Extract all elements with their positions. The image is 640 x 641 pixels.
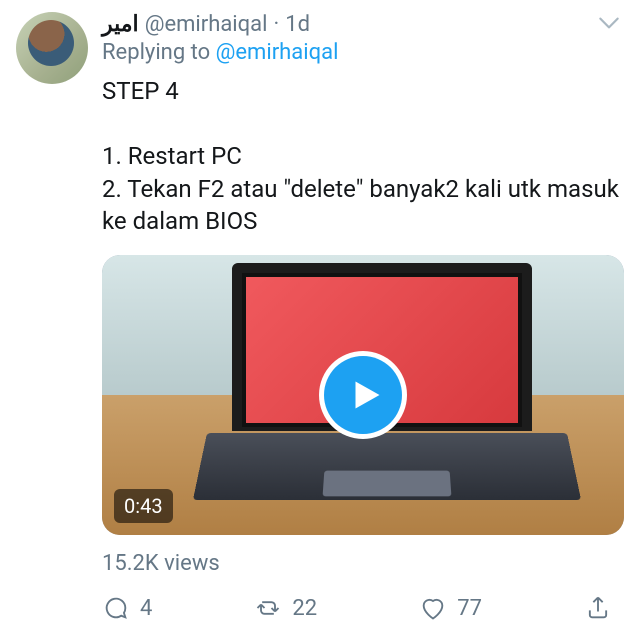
like-count: 77 [457, 596, 482, 621]
tweet-menu-button[interactable] [596, 10, 622, 36]
replying-prefix: Replying to [102, 40, 216, 65]
retweet-icon [254, 594, 282, 622]
user-handle[interactable]: @emirhaiqal [145, 12, 268, 38]
view-count: 15.2K views [102, 551, 624, 576]
share-icon [584, 594, 612, 622]
video-duration: 0:43 [114, 489, 173, 523]
reply-count: 4 [140, 596, 152, 621]
heart-icon [419, 594, 447, 622]
reply-context: Replying to @emirhaiqal [102, 40, 624, 65]
tweet-actions: 4 22 77 [102, 594, 624, 622]
video-attachment[interactable]: 0:43 [102, 255, 624, 535]
tweet-header: امير @emirhaiqal · 1d [102, 12, 624, 38]
reply-icon [102, 594, 130, 622]
avatar[interactable] [16, 12, 88, 84]
retweet-button[interactable]: 22 [254, 594, 317, 622]
like-button[interactable]: 77 [419, 594, 482, 622]
share-button[interactable] [584, 594, 612, 622]
tweet-content: امير @emirhaiqal · 1d Replying to @emirh… [102, 12, 624, 622]
separator: · [273, 12, 279, 38]
timestamp[interactable]: 1d [285, 12, 310, 38]
tweet: امير @emirhaiqal · 1d Replying to @emirh… [0, 0, 640, 630]
reply-mention[interactable]: @emirhaiqal [216, 40, 339, 65]
chevron-down-icon [596, 10, 622, 36]
reply-button[interactable]: 4 [102, 594, 152, 622]
play-button[interactable] [324, 356, 402, 434]
retweet-count: 22 [292, 596, 317, 621]
play-icon [348, 377, 384, 413]
tweet-text: STEP 4 1. Restart PC 2. Tekan F2 atau "d… [102, 75, 624, 237]
display-name[interactable]: امير [102, 12, 139, 38]
